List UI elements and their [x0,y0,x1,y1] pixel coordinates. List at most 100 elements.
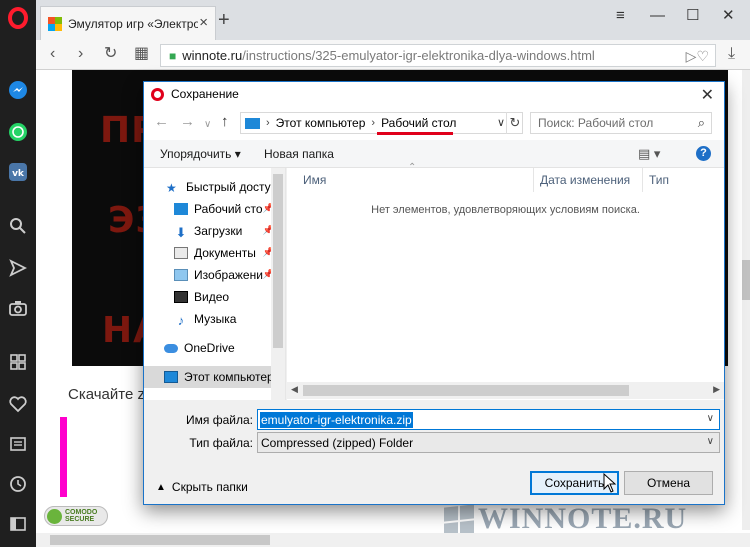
heart-icon[interactable] [6,392,30,416]
nav-item-videos[interactable]: Видео [144,286,276,308]
vk-icon[interactable]: vk [6,160,30,184]
chevron-down-icon[interactable]: ∨ [707,413,714,424]
dialog-close-icon[interactable]: ✕ [701,85,714,105]
file-hscroll-thumb[interactable] [303,385,629,396]
breadcrumb[interactable]: › Этот компьютер › Рабочий стол [240,112,523,134]
forward-icon[interactable]: › [78,46,83,62]
maximize-icon[interactable]: ☐ [686,8,699,24]
cancel-button[interactable]: Отмена [624,471,713,495]
video-icon [174,291,188,303]
comodo-badge[interactable]: COMODO SECURE [44,506,108,526]
nav-item-desktop[interactable]: Рабочий сто 📌 [144,198,276,220]
column-type[interactable]: Тип [643,168,724,192]
url-domain: winnote.ru [182,48,243,63]
nav-scroll-thumb[interactable] [273,174,283,348]
column-date[interactable]: Дата изменения [534,168,643,192]
filename-input[interactable]: emulyator-igr-elektronika.zip ∨ [257,409,720,430]
apps-icon[interactable] [6,350,30,374]
organize-label: Упорядочить [160,147,232,161]
search-placeholder: Поиск: Рабочий стол [538,116,654,130]
history-icon[interactable] [6,472,30,496]
minimize-icon[interactable]: — [650,8,665,24]
snap-heart-icons[interactable]: ▷♡ [686,48,709,65]
secure-lock-icon: ■ [169,48,177,63]
messenger-icon[interactable] [6,78,30,102]
nav-item-quick-access[interactable]: ★ Быстрый доступ [144,176,276,198]
url-path: /instructions/325-emulyator-igr-elektron… [242,48,595,63]
desktop-icon [174,203,188,215]
breadcrumb-dropdown-icon[interactable]: ∨ [497,116,505,129]
nav-scrollbar[interactable] [271,168,285,400]
tab-bar: Эмулятор игр «Электрон × + ≡ — ☐ ✕ [36,0,750,40]
reload-icon[interactable]: ↻ [104,46,117,62]
page-scrollbar[interactable] [742,70,750,530]
filetype-value: Compressed (zipped) Folder [261,435,414,450]
tab-menu-icon[interactable]: ≡ [616,8,625,24]
nav-item-music[interactable]: ♪ Музыка [144,308,276,330]
file-list: ⌃ Имя Дата изменения Тип Нет элементов, … [287,162,724,400]
close-window-icon[interactable]: ✕ [722,8,735,24]
dialog-titlebar: Сохранение ✕ [144,82,724,106]
nav-item-label: Видео [194,290,230,304]
scroll-left-icon[interactable]: ◀ [291,384,298,395]
download-icon[interactable]: ⤓ [728,46,735,62]
tab-title: Эмулятор игр «Электрон [68,16,198,31]
download-text: Скачайте z [68,386,145,403]
tab-close-icon[interactable]: × [199,15,208,30]
whatsapp-icon[interactable] [6,120,30,144]
nav-item-label: Музыка [194,312,237,326]
speed-dial-icon[interactable]: ▦ [134,46,149,62]
cloud-icon [164,343,178,353]
column-name[interactable]: Имя [287,168,534,192]
page-hscroll-thumb[interactable] [50,535,270,545]
nav-item-downloads[interactable]: ⬇ Загрузки 📌 [144,220,276,242]
sidebar-toggle-icon[interactable] [6,512,30,536]
search-field[interactable]: Поиск: Рабочий стол ⌕ [530,112,712,134]
organize-button[interactable]: Упорядочить ▾ [160,147,241,161]
page-scroll-thumb[interactable] [742,260,750,300]
file-hscrollbar[interactable]: ◀ ▶ [287,382,724,399]
mouse-cursor-icon [603,473,617,493]
hide-folders-toggle[interactable]: ▲ Скрыть папки [156,480,248,494]
empty-message: Нет элементов, удовлетворяющих условиям … [371,204,640,216]
back-arrow-icon[interactable]: ← [154,114,169,129]
new-folder-button[interactable]: Новая папка [264,147,334,161]
nav-item-pictures[interactable]: Изображени 📌 [144,264,276,286]
magenta-marker [60,417,67,497]
nav-item-onedrive[interactable]: OneDrive [144,337,276,359]
back-icon[interactable]: ‹ [50,46,55,62]
news-icon[interactable] [6,432,30,456]
up-arrow-icon[interactable]: ↑ [221,114,229,129]
nav-item-this-pc[interactable]: Этот компьютер [144,366,271,388]
search-icon[interactable] [6,214,30,238]
send-icon[interactable] [6,256,30,280]
page-hscrollbar[interactable] [36,533,750,547]
help-icon[interactable]: ? [696,146,711,161]
breadcrumb-desktop[interactable]: Рабочий стол [381,116,456,130]
music-icon: ♪ [177,313,185,328]
forward-arrow-icon[interactable]: → [180,114,195,129]
computer-icon [245,117,260,129]
scroll-right-icon[interactable]: ▶ [713,384,720,395]
dialog-title: Сохранение [171,87,239,101]
browser-tab[interactable]: Эмулятор игр «Электрон × [40,6,216,40]
opera-logo-icon [151,87,164,101]
refresh-icon[interactable]: ↻ [506,112,523,134]
picture-icon [174,269,188,281]
navigation-pane: ★ Быстрый доступ Рабочий сто 📌 ⬇ Загрузк… [144,168,286,400]
recent-dropdown-icon[interactable]: ∨ [204,117,211,132]
url-field[interactable]: ■ winnote.ru/instructions/325-emulyator-… [160,44,716,67]
star-icon: ★ [166,181,177,195]
camera-icon[interactable] [6,296,30,320]
nav-item-documents[interactable]: Документы 📌 [144,242,276,264]
nav-item-label: Рабочий сто [194,202,263,216]
comodo-line2: SECURE [65,516,95,523]
view-options-icon[interactable]: ▤ ▾ [638,146,660,162]
nav-item-label: OneDrive [184,341,235,355]
hide-folders-label: Скрыть папки [171,480,248,494]
new-tab-button[interactable]: + [218,10,230,30]
opera-logo-icon[interactable] [6,6,30,30]
filetype-select[interactable]: Compressed (zipped) Folder ∨ [257,432,720,453]
filename-label: Имя файла: [186,413,253,427]
breadcrumb-this-pc[interactable]: Этот компьютер [276,116,366,130]
